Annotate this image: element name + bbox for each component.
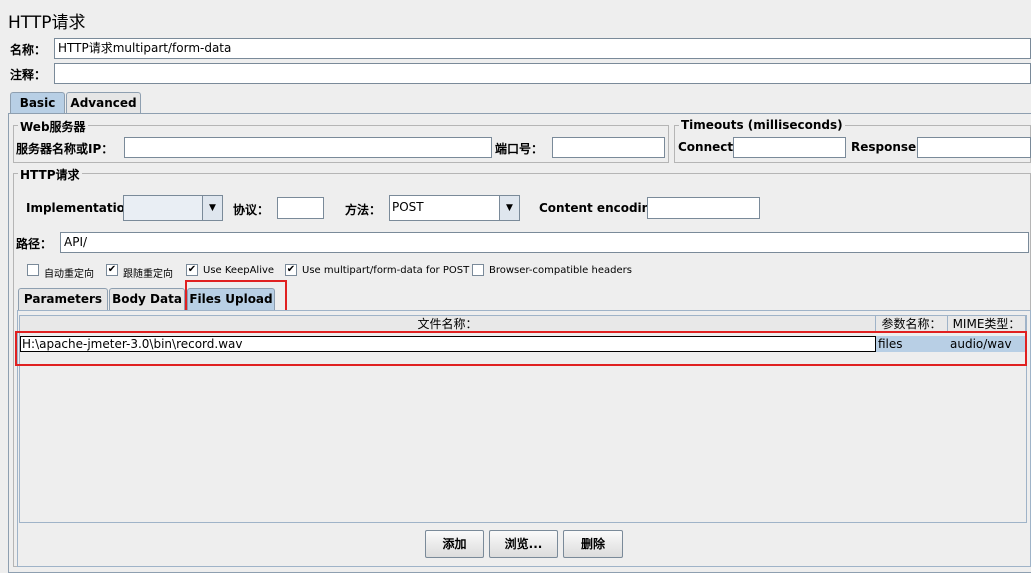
encoding-label: Content encoding: — [539, 201, 664, 215]
check-icon: ✔ — [187, 264, 197, 275]
tab-basic[interactable]: Basic — [10, 92, 65, 114]
protocol-label: 协议： — [233, 203, 270, 217]
check-icon: ✔ — [107, 264, 117, 275]
protocol-field[interactable] — [277, 197, 324, 219]
check-icon: ✔ — [286, 264, 296, 275]
tab-advanced[interactable]: Advanced — [66, 92, 141, 114]
response-label: Response: — [851, 140, 921, 154]
checkbox-auto-redirect-label: 自动重定向 — [44, 269, 94, 280]
checkbox-multipart-label: Use multipart/form-data for POST — [302, 265, 470, 276]
port-label: 端口号： — [495, 142, 544, 156]
tab-body-data[interactable]: Body Data — [109, 288, 185, 310]
http-request-legend: HTTP请求 — [18, 166, 82, 183]
checkbox-keepalive-label: Use KeepAlive — [203, 265, 275, 276]
checkbox-browser-headers[interactable] — [472, 264, 484, 276]
checkbox-follow-redirects-label: 跟随重定向 — [123, 269, 173, 280]
chevron-down-icon[interactable]: ▼ — [499, 196, 519, 220]
web-server-legend: Web服务器 — [18, 118, 88, 135]
path-field[interactable]: API/ — [60, 232, 1029, 253]
row-highlight — [15, 331, 1027, 366]
checkbox-multipart[interactable]: ✔ — [285, 264, 297, 276]
page-title: HTTP请求 — [8, 13, 86, 33]
name-label: 名称： — [10, 43, 47, 57]
tab-parameters[interactable]: Parameters — [18, 288, 108, 310]
implementation-select[interactable]: ▼ — [123, 195, 223, 221]
method-value: POST — [392, 200, 424, 214]
response-field[interactable] — [917, 137, 1031, 158]
browse-button[interactable]: 浏览... — [489, 530, 558, 558]
implementation-label: Implementation: — [26, 201, 139, 215]
port-field[interactable] — [552, 137, 665, 158]
add-button[interactable]: 添加 — [425, 530, 484, 558]
checkbox-keepalive[interactable]: ✔ — [186, 264, 198, 276]
path-label: 路径： — [16, 237, 53, 251]
checkbox-browser-headers-label: Browser-compatible headers — [489, 265, 632, 276]
checkbox-follow-redirects[interactable]: ✔ — [106, 264, 118, 276]
method-label: 方法： — [345, 203, 382, 217]
server-field[interactable] — [124, 137, 492, 158]
name-field[interactable]: HTTP请求multipart/form-data — [54, 38, 1031, 59]
encoding-field[interactable] — [647, 197, 760, 219]
method-select[interactable]: POST ▼ — [389, 195, 520, 221]
comment-field[interactable] — [54, 63, 1031, 84]
server-label: 服务器名称或IP： — [16, 142, 114, 156]
connect-field[interactable] — [733, 137, 846, 158]
connect-label: Connect: — [678, 140, 738, 154]
checkbox-auto-redirect[interactable] — [27, 264, 39, 276]
delete-button[interactable]: 删除 — [563, 530, 623, 558]
comment-label: 注释： — [10, 68, 47, 82]
chevron-down-icon[interactable]: ▼ — [202, 196, 222, 220]
timeouts-legend: Timeouts (milliseconds) — [679, 118, 845, 132]
